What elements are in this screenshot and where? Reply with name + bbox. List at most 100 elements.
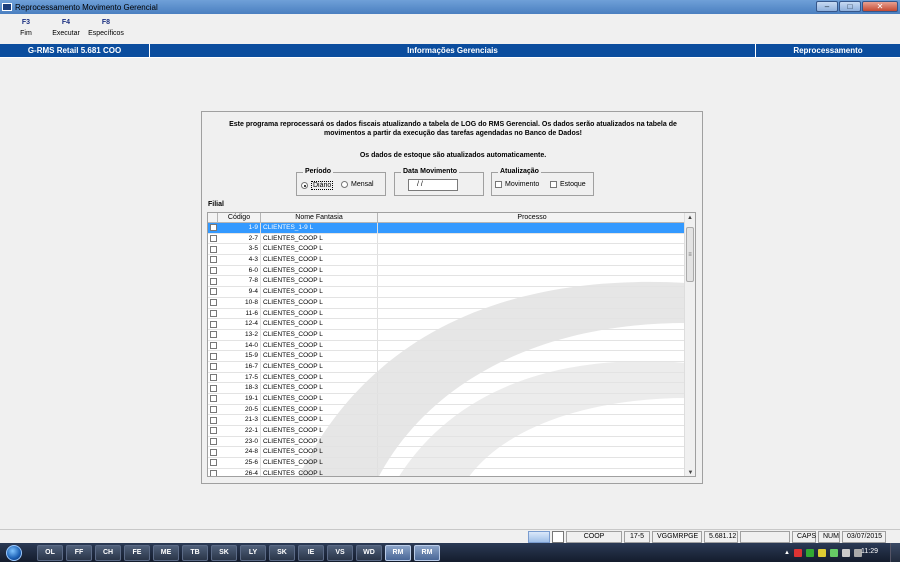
filial-table[interactable]: Código Nome Fantasia Processo 1-9 CLIENTE…: [207, 212, 696, 477]
row-checkbox[interactable]: [209, 277, 217, 285]
table-row[interactable]: 7-8 CLIENTES_COOP L: [208, 276, 686, 288]
status-caps: CAPS: [792, 531, 816, 543]
header-processo[interactable]: Processo: [378, 213, 686, 222]
table-row[interactable]: 1-9 CLIENTES_1-9 L: [208, 223, 686, 234]
table-row[interactable]: 22-1 CLIENTES_COOP L: [208, 426, 686, 437]
taskbar-app-button[interactable]: ME: [153, 544, 179, 561]
row-checkbox[interactable]: [209, 341, 217, 349]
table-row[interactable]: 3-5 CLIENTES_COOP L: [208, 244, 686, 256]
row-checkbox[interactable]: [209, 406, 217, 414]
table-row[interactable]: 13-2 CLIENTES_COOP L: [208, 329, 686, 341]
taskbar-app-button[interactable]: SK: [269, 544, 295, 561]
tray-expand-icon[interactable]: ▲: [784, 550, 790, 556]
row-checkbox[interactable]: [209, 224, 217, 232]
taskbar-app-button[interactable]: OL: [37, 544, 63, 561]
row-checkbox[interactable]: [209, 309, 217, 317]
table-row[interactable]: 10-8 CLIENTES_COOP L: [208, 297, 686, 309]
tray-security-icon[interactable]: [806, 548, 814, 557]
table-row[interactable]: 9-4 CLIENTES_COOP L: [208, 287, 686, 298]
maximize-button[interactable]: □: [839, 1, 861, 12]
row-checkbox[interactable]: [209, 427, 217, 435]
row-checkbox[interactable]: [209, 373, 217, 381]
row-checkbox[interactable]: [209, 416, 217, 424]
row-checkbox[interactable]: [209, 438, 217, 446]
minimize-button[interactable]: –: [816, 1, 838, 12]
table-row[interactable]: 17-5 CLIENTES_COOP L: [208, 372, 686, 384]
table-row[interactable]: 23-0 CLIENTES_COOP L: [208, 436, 686, 448]
tray-flag-icon[interactable]: [794, 548, 802, 557]
taskbar-app-button[interactable]: IE: [298, 544, 324, 561]
fim-button[interactable]: F3 Fim: [6, 14, 46, 44]
table-row[interactable]: 6-0 CLIENTES_COOP L: [208, 265, 686, 277]
row-checkbox[interactable]: [209, 395, 217, 403]
window-titlebar[interactable]: Reprocessamento Movimento Gerencial – □ …: [0, 0, 900, 14]
taskbar-app-button[interactable]: CH: [95, 544, 121, 561]
header-nome-fantasia[interactable]: Nome Fantasia: [261, 213, 378, 222]
estoque-checkbox[interactable]: [550, 181, 557, 188]
atualizacao-movimento-option[interactable]: Movimento: [495, 181, 539, 188]
row-checkbox[interactable]: [209, 352, 217, 360]
tray-app-icon[interactable]: [818, 548, 826, 557]
taskbar-app-button[interactable]: VS: [327, 544, 353, 561]
row-checkbox[interactable]: [209, 267, 217, 275]
show-desktop-button[interactable]: [890, 543, 900, 562]
movimento-checkbox[interactable]: [495, 181, 502, 188]
taskbar-app-button[interactable]: WD: [356, 544, 382, 561]
row-nome-fantasia: CLIENTES_COOP L: [261, 458, 378, 468]
filial-scrollbar[interactable]: ▲ ≡ ▼: [684, 213, 695, 476]
start-button[interactable]: [0, 543, 28, 562]
row-checkbox[interactable]: [209, 235, 217, 243]
tray-network-icon[interactable]: [842, 548, 850, 557]
taskbar-app-button[interactable]: FF: [66, 544, 92, 561]
table-row[interactable]: 19-1 CLIENTES_COOP L: [208, 394, 686, 405]
taskbar-clock[interactable]: 11:29: [861, 548, 878, 555]
atualizacao-estoque-option[interactable]: Estoque: [550, 181, 586, 188]
table-row[interactable]: 21-3 CLIENTES_COOP L: [208, 415, 686, 427]
taskbar-app-button[interactable]: RM: [414, 544, 440, 561]
table-row[interactable]: 12-4 CLIENTES_COOP L: [208, 319, 686, 330]
scroll-down-icon[interactable]: ▼: [685, 468, 695, 476]
row-checkbox[interactable]: [209, 448, 217, 456]
row-checkbox[interactable]: [209, 384, 217, 392]
table-row[interactable]: 26-4 CLIENTES_COOP L: [208, 468, 686, 476]
table-row[interactable]: 11-6 CLIENTES_COOP L: [208, 308, 686, 320]
row-checkbox[interactable]: [209, 331, 217, 339]
tray-sync-icon[interactable]: [830, 548, 838, 557]
taskbar-app-button[interactable]: FE: [124, 544, 150, 561]
row-checkbox[interactable]: [209, 299, 217, 307]
row-checkbox[interactable]: [209, 245, 217, 253]
row-processo: [378, 276, 686, 286]
table-row[interactable]: 20-5 CLIENTES_COOP L: [208, 404, 686, 416]
periodo-mensal-option[interactable]: Mensal: [341, 181, 374, 188]
table-row[interactable]: 16-7 CLIENTES_COOP L: [208, 361, 686, 373]
table-row[interactable]: 14-0 CLIENTES_COOP L: [208, 340, 686, 352]
row-processo: [378, 447, 686, 457]
scroll-up-icon[interactable]: ▲: [685, 213, 695, 223]
row-checkbox[interactable]: [209, 459, 217, 467]
taskbar-app-button[interactable]: TB: [182, 544, 208, 561]
scroll-thumb[interactable]: ≡: [686, 227, 694, 282]
row-checkbox[interactable]: [209, 256, 217, 264]
table-row[interactable]: 2-7 CLIENTES_COOP L: [208, 233, 686, 245]
close-button[interactable]: ✕: [862, 1, 898, 12]
row-checkbox[interactable]: [209, 288, 217, 296]
taskbar-app-button[interactable]: SK: [211, 544, 237, 561]
taskbar-app-button[interactable]: LY: [240, 544, 266, 561]
diario-radio[interactable]: [301, 182, 308, 189]
window-title: Reprocessamento Movimento Gerencial: [15, 2, 158, 12]
table-row[interactable]: 18-3 CLIENTES_COOP L: [208, 383, 686, 394]
especificos-button[interactable]: F8 Específicos: [86, 14, 126, 44]
periodo-diario-option[interactable]: Diário: [301, 181, 334, 190]
data-movimento-input[interactable]: / /: [408, 179, 458, 191]
taskbar-app-button[interactable]: RM: [385, 544, 411, 561]
row-checkbox[interactable]: [209, 363, 217, 371]
executar-button[interactable]: F4 Executar: [46, 14, 86, 44]
row-checkbox[interactable]: [209, 320, 217, 328]
header-codigo[interactable]: Código: [218, 213, 261, 222]
row-checkbox[interactable]: [209, 470, 217, 476]
table-row[interactable]: 24-8 CLIENTES_COOP L: [208, 447, 686, 459]
mensal-radio[interactable]: [341, 181, 348, 188]
table-row[interactable]: 15-9 CLIENTES_COOP L: [208, 351, 686, 362]
table-row[interactable]: 4-3 CLIENTES_COOP L: [208, 255, 686, 266]
table-row[interactable]: 25-6 CLIENTES_COOP L: [208, 458, 686, 469]
